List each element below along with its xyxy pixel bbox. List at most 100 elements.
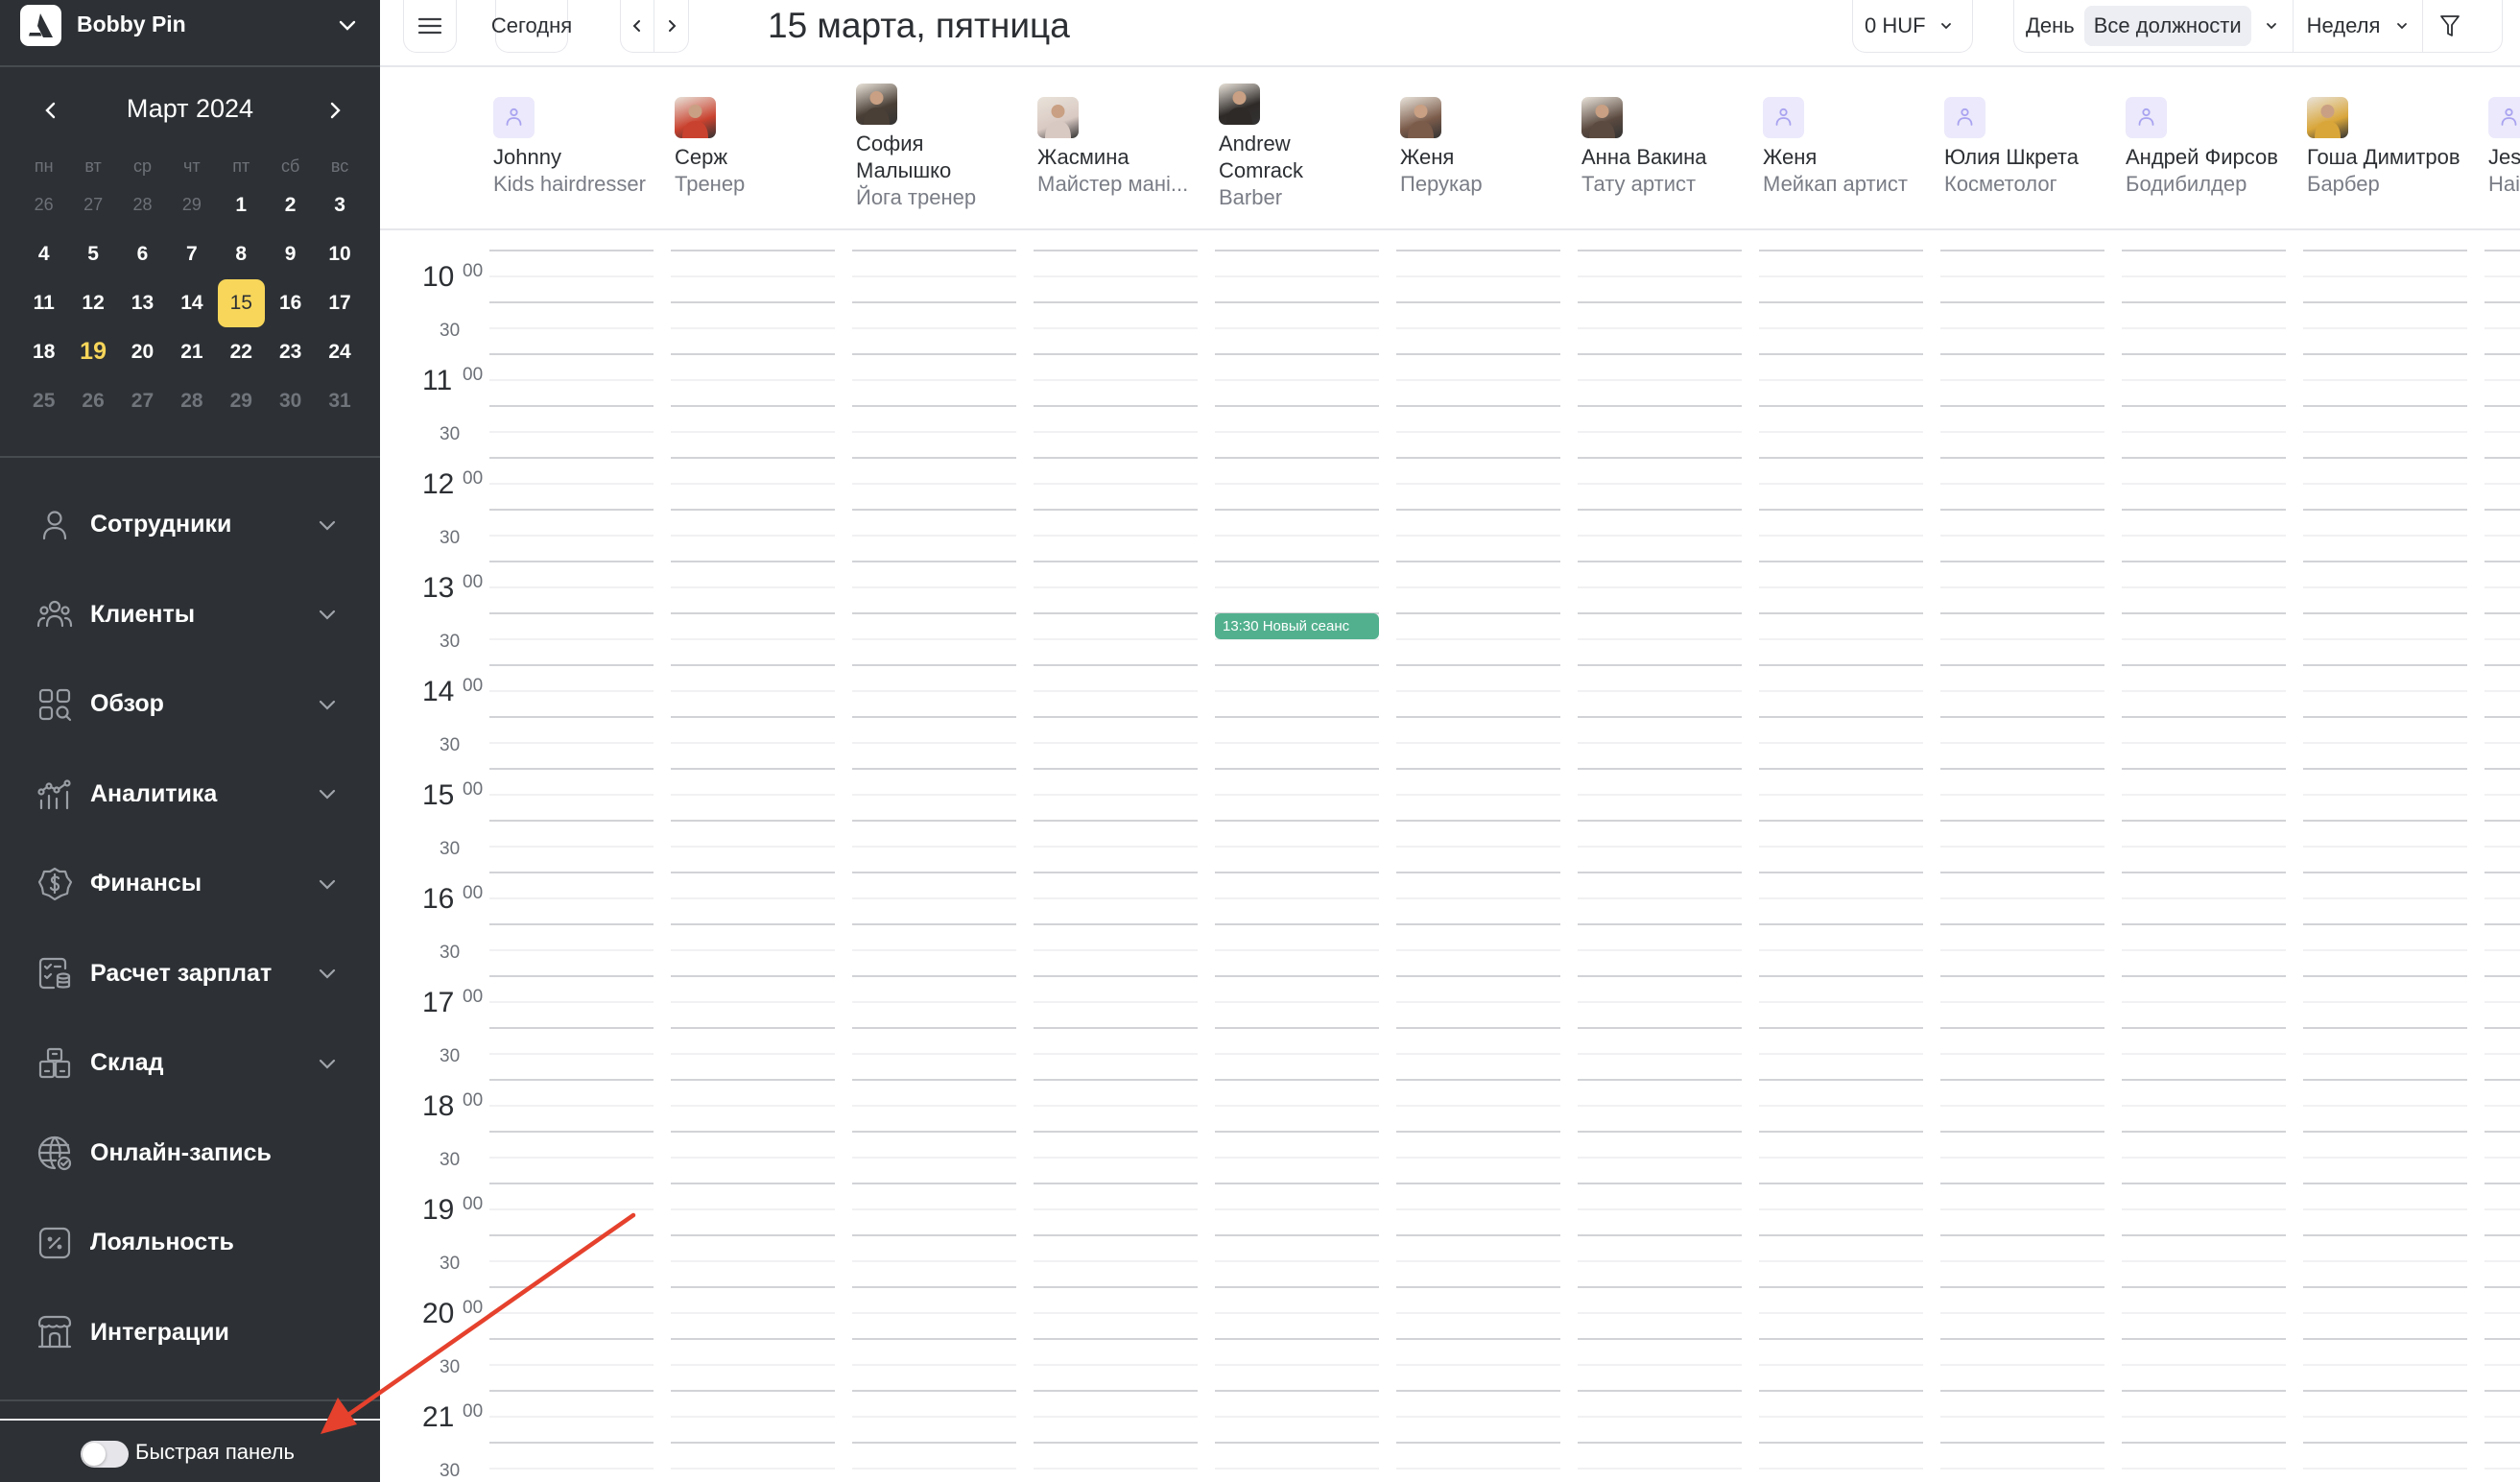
view-day-button[interactable]: День — [2014, 13, 2084, 38]
calendar-day[interactable]: 14 — [167, 292, 216, 315]
staff-column-header[interactable]: Жасмина Майстер мані... — [1037, 69, 1215, 228]
staff-column-header[interactable]: Женя Перукар — [1400, 69, 1578, 228]
sidebar-item-4[interactable]: Аналитика — [0, 750, 380, 840]
filter-button[interactable] — [2423, 0, 2477, 52]
balance-dropdown[interactable]: 0 HUF — [1852, 0, 1973, 53]
staff-column-header[interactable]: Гоша Димитров Барбер — [2307, 69, 2484, 228]
staff-column-header[interactable]: Женя Мейкап артист — [1763, 69, 1940, 228]
chevron-down-icon[interactable] — [317, 514, 338, 536]
chevron-down-icon[interactable] — [317, 1053, 338, 1074]
next-month-button[interactable] — [321, 96, 349, 125]
chevron-down-icon[interactable] — [317, 963, 338, 984]
calendar-day-today[interactable]: 19 — [68, 338, 117, 366]
sidebar-item-5[interactable]: Финансы — [0, 839, 380, 929]
calendar-day[interactable]: 16 — [266, 292, 315, 315]
calendar-day[interactable]: 7 — [167, 243, 216, 266]
menu-button[interactable] — [403, 0, 457, 53]
today-button[interactable]: Сегодня — [491, 0, 572, 53]
calendar-day[interactable]: 9 — [266, 243, 315, 266]
staff-column-header[interactable]: Юлия Шкрета Косметолог — [1944, 69, 2122, 228]
staff-column-header[interactable]: Jes Hai — [2488, 69, 2520, 228]
time-slot-line — [671, 327, 835, 329]
calendar-day[interactable]: 13 — [118, 292, 167, 315]
toggle-knob — [83, 1443, 106, 1466]
staff-column-header[interactable]: Анна Вакина Тату артист — [1581, 69, 1759, 228]
sidebar-item-9[interactable]: Лояльность — [0, 1198, 380, 1288]
calendar-day[interactable]: 21 — [167, 341, 216, 364]
time-slot-line — [1578, 820, 1742, 822]
calendar-day[interactable]: 5 — [68, 243, 117, 266]
calendar-day[interactable]: 28 — [118, 195, 167, 215]
calendar-day[interactable]: 27 — [68, 195, 117, 215]
calendar-day[interactable]: 22 — [217, 341, 266, 364]
calendar-day[interactable]: 28 — [167, 390, 216, 413]
time-slot-line — [2484, 457, 2520, 459]
positions-dropdown-toggle[interactable] — [2251, 0, 2294, 52]
calendar-day[interactable]: 29 — [167, 195, 216, 215]
calendar-day[interactable]: 26 — [19, 195, 68, 215]
calendar-day[interactable]: 11 — [19, 292, 68, 315]
staff-column-header[interactable]: Андрей Фирсов Бодибилдер — [2126, 69, 2303, 228]
time-slot-line — [1215, 1027, 1379, 1029]
quick-panel-toggle[interactable] — [81, 1441, 129, 1468]
sidebar-item-8[interactable]: Онлайн-запись — [0, 1109, 380, 1199]
time-slot-line — [1578, 275, 1742, 277]
chevron-down-icon[interactable] — [317, 694, 338, 715]
time-slot-line — [2484, 1131, 2520, 1133]
sidebar-item-2[interactable]: Клиенты — [0, 570, 380, 660]
calendar-day[interactable]: 30 — [266, 390, 315, 413]
calendar-day[interactable]: 6 — [118, 243, 167, 266]
time-slot-line — [671, 1234, 835, 1236]
sidebar-item-7[interactable]: Склад — [0, 1018, 380, 1109]
time-slot-line — [2303, 846, 2467, 848]
time-slot-line — [1215, 561, 1379, 562]
calendar-day[interactable]: 3 — [315, 194, 364, 217]
next-day-button[interactable] — [654, 0, 688, 52]
calendar-day[interactable]: 12 — [68, 292, 117, 315]
calendar-day[interactable]: 26 — [68, 390, 117, 413]
calendar-day[interactable]: 23 — [266, 341, 315, 364]
period-dropdown[interactable]: Неделя — [2294, 0, 2424, 52]
time-slot-line — [1578, 1157, 1742, 1159]
calendar-day[interactable]: 1 — [217, 194, 266, 217]
appointment-event[interactable]: 13:30 Новый сеанс — [1215, 613, 1379, 639]
sidebar-item-3[interactable]: Обзор — [0, 659, 380, 750]
chevron-down-icon[interactable] — [317, 604, 338, 625]
staff-column-header[interactable]: Johnny Kids hairdresser — [493, 69, 671, 228]
chevron-down-icon[interactable] — [317, 783, 338, 804]
time-slot-line — [671, 638, 835, 640]
calendar-day[interactable]: 2 — [266, 194, 315, 217]
time-slot-line — [671, 457, 835, 459]
positions-filter[interactable]: Все должности — [2083, 6, 2251, 46]
sidebar-item-10[interactable]: Интеграции — [0, 1288, 380, 1378]
calendar-day-selected[interactable]: 15 — [217, 278, 265, 327]
calendar-day[interactable]: 29 — [217, 390, 266, 413]
calendar-day[interactable]: 18 — [19, 341, 68, 364]
calendar-day[interactable]: 27 — [118, 390, 167, 413]
staff-column-header[interactable]: Andrew Comrack Barber — [1219, 69, 1396, 228]
calendar-day[interactable]: 25 — [19, 390, 68, 413]
staff-column-header[interactable]: София Малышко Йога тренер — [856, 69, 1034, 228]
staff-column-header[interactable]: Серж Тренер — [675, 69, 852, 228]
calendar-day[interactable]: 8 — [217, 243, 266, 266]
company-switcher[interactable]: Bobby Pin — [0, 0, 380, 67]
avatar — [1581, 97, 1623, 138]
sidebar-item-6[interactable]: Расчет зарплат — [0, 929, 380, 1019]
calendar-day[interactable]: 24 — [315, 341, 364, 364]
previous-day-button[interactable] — [621, 0, 654, 52]
time-slot-line — [2122, 820, 2286, 822]
calendar-day[interactable]: 4 — [19, 243, 68, 266]
chevron-down-icon[interactable] — [336, 13, 359, 36]
time-slot-line — [1578, 457, 1742, 459]
calendar-week: 11 12 13 14 15 16 17 — [19, 278, 365, 327]
calendar-day[interactable]: 17 — [315, 292, 364, 315]
time-slot-line — [1396, 846, 1560, 848]
time-slot-line — [1940, 742, 2104, 744]
time-slot-line — [1215, 1416, 1379, 1418]
chevron-down-icon[interactable] — [317, 873, 338, 895]
calendar-day[interactable]: 20 — [118, 341, 167, 364]
sidebar-item-1[interactable]: Сотрудники — [0, 480, 380, 570]
calendar-day[interactable]: 10 — [315, 243, 364, 266]
time-slot-line — [489, 1442, 654, 1444]
calendar-day[interactable]: 31 — [315, 390, 364, 413]
